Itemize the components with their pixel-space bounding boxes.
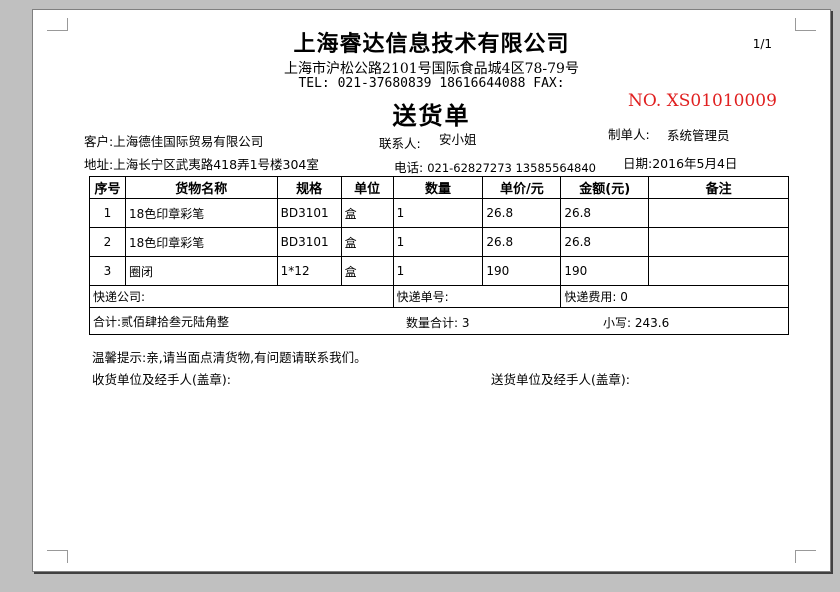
row-price: 26.8	[482, 198, 562, 228]
row-amount: 26.8	[560, 227, 650, 257]
row-remark	[648, 227, 789, 257]
row-remark	[648, 256, 789, 286]
row-amount: 26.8	[560, 198, 650, 228]
sender-signature: 送货单位及经手人(盖章):	[491, 372, 630, 387]
tip-note: 温馨提示:亲,请当面点清货物,有问题请联系我们。	[92, 350, 367, 365]
address-field: 地址:上海长宁区武夷路418弄1号楼304室	[84, 154, 319, 173]
page-corner-mark	[47, 550, 68, 563]
total-row: 合计:贰佰肆拾叁元陆角整 数量合计: 3 小写: 243.6	[89, 307, 789, 335]
print-preview-page: 上海睿达信息技术有限公司 1/1 上海市沪松公路2101号国际食品城4区78-7…	[32, 9, 831, 572]
small-label: 小写:	[603, 316, 632, 330]
row-spec: BD3101	[276, 227, 342, 257]
company-address: 上海市沪松公路2101号国际食品城4区78-79号	[284, 61, 579, 77]
row-remark	[648, 198, 789, 228]
express-company-label: 快递公司:	[89, 285, 394, 308]
row-unit: 盒	[340, 227, 394, 257]
table-header-row: 序号 货物名称 规格 单位 数量 单价/元 金额(元) 备注	[89, 176, 789, 199]
row-unit: 盒	[340, 198, 394, 228]
qty-total-value: 3	[461, 316, 470, 330]
date-value: 2016年5月4日	[652, 156, 738, 171]
row-qty: 1	[392, 198, 484, 228]
express-fee-label: 快递费用:	[564, 290, 617, 304]
total-label: 合计:	[93, 314, 122, 329]
row-name: 18色印章彩笔	[124, 198, 278, 228]
table-row: 1 18色印章彩笔 BD3101 盒 1 26.8 26.8	[89, 198, 789, 228]
header-cell: 数量	[392, 176, 484, 199]
header-cell: 金额(元)	[560, 176, 650, 199]
maker-label: 制单人:	[608, 127, 650, 142]
row-unit: 盒	[340, 256, 394, 286]
document-number: NO. XS01010009	[628, 91, 777, 111]
header-cell: 单位	[340, 176, 394, 199]
row-no: 1	[89, 198, 126, 228]
address-label: 地址:	[84, 157, 114, 172]
express-number-label: 快递单号:	[392, 285, 562, 308]
date-label: 日期:	[623, 156, 653, 171]
total-cell: 合计:贰佰肆拾叁元陆角整 数量合计: 3 小写: 243.6	[89, 307, 789, 335]
customer-label: 客户:	[84, 134, 114, 149]
phone-value: 021-62827273 13585564840	[427, 161, 596, 175]
header-cell: 货物名称	[124, 176, 278, 199]
row-spec: BD3101	[276, 198, 342, 228]
small-total: 小写: 243.6	[603, 314, 669, 331]
row-qty: 1	[392, 256, 484, 286]
phone-field: 电话: 021-62827273 13585564840	[394, 157, 596, 176]
header-cell: 规格	[276, 176, 342, 199]
phone-label: 电话:	[394, 160, 424, 175]
express-fee-value: 0	[620, 290, 628, 304]
header-cell: 备注	[648, 176, 789, 199]
row-spec: 1*12	[276, 256, 342, 286]
table-row: 3 圈闭 1*12 盒 1 190 190	[89, 256, 789, 286]
express-fee-cell: 快递费用: 0	[560, 285, 789, 308]
row-no: 2	[89, 227, 126, 257]
total-words: 贰佰肆拾叁元陆角整	[121, 314, 230, 329]
customer-field: 客户:上海德佳国际贸易有限公司	[84, 131, 263, 150]
qty-total-label: 数量合计:	[406, 316, 459, 330]
header-cell: 序号	[89, 176, 126, 199]
contact-label: 联系人:	[379, 136, 421, 151]
small-value: 243.6	[634, 316, 670, 330]
date-field: 日期:2016年5月4日	[623, 153, 737, 172]
row-price: 190	[482, 256, 562, 286]
header-cell: 单价/元	[482, 176, 562, 199]
row-name: 圈闭	[124, 256, 278, 286]
company-name: 上海睿达信息技术有限公司	[293, 31, 570, 57]
row-qty: 1	[392, 227, 484, 257]
contact-value: 安小姐	[439, 132, 477, 147]
row-price: 26.8	[482, 227, 562, 257]
customer-value: 上海德佳国际贸易有限公司	[113, 134, 264, 149]
row-amount: 190	[560, 256, 650, 286]
address-value: 上海长宁区武夷路418弄1号楼304室	[113, 157, 319, 172]
receiver-signature: 收货单位及经手人(盖章):	[92, 372, 231, 387]
company-tel: TEL: 021-37680839 18616644088 FAX:	[298, 76, 565, 91]
items-table: 序号 货物名称 规格 单位 数量 单价/元 金额(元) 备注 1 18色印章彩笔…	[89, 176, 789, 335]
table-row: 2 18色印章彩笔 BD3101 盒 1 26.8 26.8	[89, 227, 789, 257]
row-no: 3	[89, 256, 126, 286]
qty-total: 数量合计: 3	[406, 314, 470, 331]
page-corner-mark	[795, 550, 816, 563]
row-name: 18色印章彩笔	[124, 227, 278, 257]
maker-value: 系统管理员	[667, 128, 730, 143]
express-row: 快递公司: 快递单号: 快递费用: 0	[89, 285, 789, 308]
page-number: 1/1	[752, 37, 772, 51]
